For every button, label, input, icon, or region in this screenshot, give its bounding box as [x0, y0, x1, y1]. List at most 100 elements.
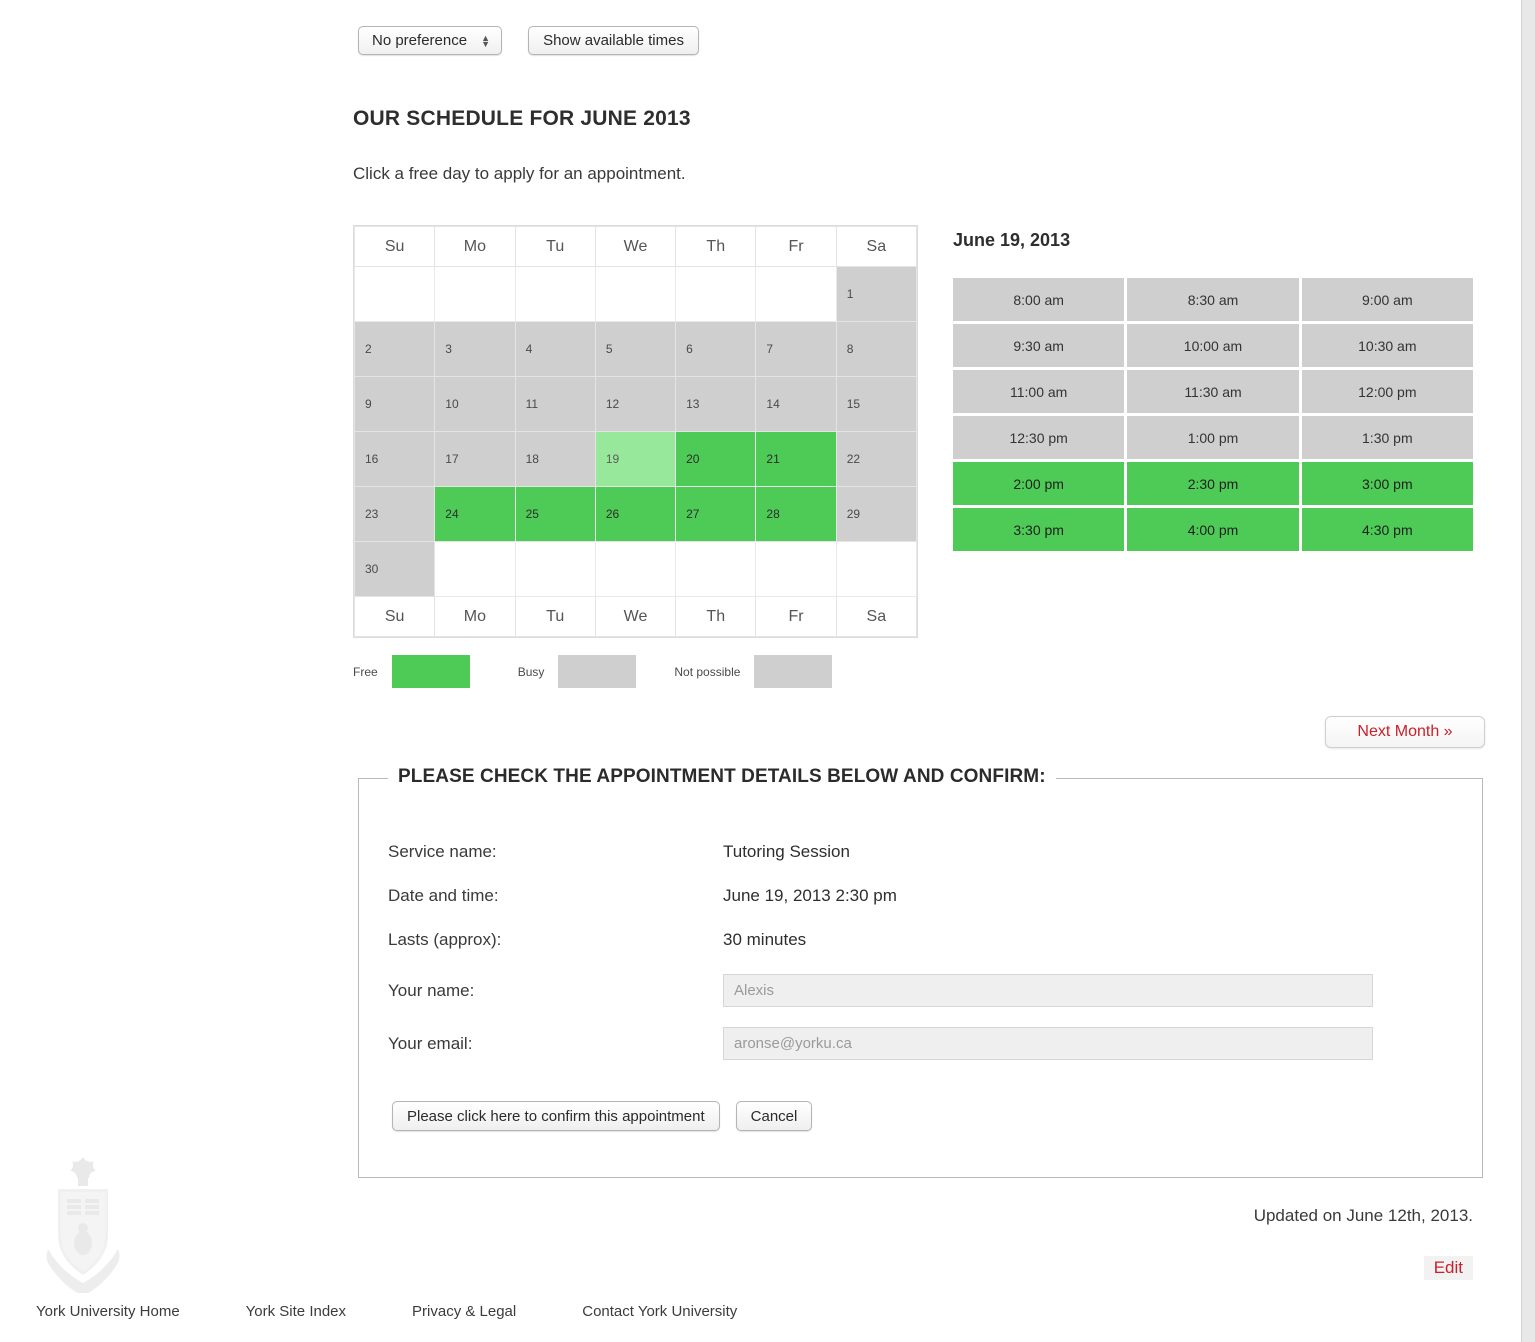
- calendar-day-number: 9: [365, 397, 372, 411]
- preference-select[interactable]: No preference ▲ ▼: [358, 26, 503, 55]
- calendar-day-number: 10: [445, 397, 459, 411]
- calendar-week-row: 9 10 11 12 13 14 15: [353, 376, 918, 432]
- email-input[interactable]: aronse@yorku.ca: [723, 1027, 1373, 1060]
- time-slot: 9:00 am: [1301, 278, 1473, 321]
- calendar-day-cell: 3: [434, 321, 516, 377]
- vertical-scrollbar[interactable]: [1521, 0, 1535, 1342]
- calendar-day-number: 3: [445, 342, 452, 356]
- time-slot[interactable]: 2:00 pm: [953, 462, 1125, 505]
- calendar-day-number: 4: [525, 342, 533, 356]
- footer-link[interactable]: York University Home: [36, 1303, 180, 1320]
- calendar-day-cell[interactable]: 19: [594, 431, 677, 487]
- your-email-label: Your email:: [388, 1033, 473, 1053]
- time-slot: 9:30 am: [953, 324, 1125, 367]
- calendar-day-number: 26: [605, 507, 620, 521]
- calendar-day-cell: 11: [514, 376, 596, 432]
- calendar-day-cell: 5: [594, 321, 677, 377]
- calendar-day-number: 17: [445, 452, 459, 466]
- calendar-cell-empty: [675, 541, 757, 597]
- cancel-button[interactable]: Cancel: [735, 1101, 813, 1131]
- calendar-day-cell[interactable]: 25: [514, 486, 596, 542]
- calendar-day-number: 2: [365, 342, 372, 356]
- weekday-header: Fr: [755, 226, 837, 267]
- calendar-day-cell[interactable]: 26: [594, 486, 677, 542]
- calendar-day-cell[interactable]: 28: [755, 486, 837, 542]
- preference-select-value: No preference: [372, 32, 468, 49]
- footer-link[interactable]: York Site Index: [246, 1303, 346, 1320]
- time-slot[interactable]: 4:00 pm: [1127, 508, 1299, 551]
- calendar-day-cell: 14: [755, 376, 837, 432]
- lasts-label: Lasts (approx):: [388, 930, 502, 949]
- calendar-header-row: Su Mo Tu We Th Fr Sa: [353, 226, 918, 267]
- calendar-day-cell: 8: [835, 321, 918, 377]
- page-root: No preference ▲ ▼ Show available times OU…: [0, 0, 1521, 1342]
- weekday-footer: Th: [675, 596, 757, 637]
- calendar-cell-empty: [594, 541, 677, 597]
- calendar-day-cell: 4: [514, 321, 596, 377]
- calendar-day-number: 5: [605, 342, 613, 356]
- time-slot[interactable]: 2:30 pm: [1127, 462, 1299, 505]
- date-time-value: June 19, 2013 2:30 pm: [723, 886, 897, 905]
- weekday-header: We: [594, 226, 677, 267]
- time-slot: 12:00 pm: [1301, 370, 1473, 413]
- next-month-button[interactable]: Next Month »: [1325, 716, 1485, 748]
- confirm-appointment-button[interactable]: Please click here to confirm this appoin…: [392, 1101, 720, 1131]
- edit-link[interactable]: Edit: [1423, 1256, 1473, 1280]
- calendar-day-number: 13: [686, 397, 700, 411]
- calendar-cell-empty: [755, 541, 837, 597]
- time-slot[interactable]: 3:30 pm: [953, 508, 1125, 551]
- legend-busy-swatch: [558, 655, 637, 688]
- calendar-footer-row: Su Mo Tu We Th Fr Sa: [353, 596, 918, 637]
- time-slot: 1:00 pm: [1127, 416, 1299, 459]
- calendar-day-cell[interactable]: 21: [755, 431, 837, 487]
- calendar-day-number: 28: [766, 507, 780, 521]
- calendar-day-cell[interactable]: 20: [675, 431, 757, 487]
- time-slot-grid: 8:00 am 8:30 am 9:00 am 9:30 am 10:00 am 10:3…: [953, 278, 1473, 551]
- calendar-day-cell: 16: [353, 431, 436, 487]
- calendar-week-row: 1: [353, 266, 918, 322]
- york-university-crest-icon: [46, 1157, 120, 1293]
- calendar-day-number: 14: [766, 397, 780, 411]
- calendar-cell-empty: [514, 541, 596, 597]
- calendar-day-cell: 30: [353, 541, 436, 597]
- footer-link[interactable]: Contact York University: [582, 1303, 737, 1320]
- time-slot[interactable]: 4:30 pm: [1301, 508, 1473, 551]
- calendar-day-cell: 13: [675, 376, 757, 432]
- calendar-cell-empty: [434, 541, 516, 597]
- detail-row-duration: Lasts (approx): 30 minutes: [388, 930, 1388, 950]
- name-input[interactable]: Alexis: [723, 974, 1373, 1007]
- footer-link[interactable]: Privacy & Legal: [412, 1303, 516, 1320]
- chevron-updown-icon: ▲ ▼: [481, 32, 491, 49]
- calendar-week-row: 23 24 25 26 27 28 29: [353, 486, 918, 542]
- calendar-cell-empty: [835, 541, 918, 597]
- calendar-day-cell: 10: [434, 376, 516, 432]
- calendar-cell-empty: [594, 266, 677, 322]
- time-slot: 1:30 pm: [1301, 416, 1473, 459]
- calendar-day-cell: 12: [594, 376, 677, 432]
- legend-free-label: Free: [353, 664, 378, 679]
- appointment-details: Service name: Tutoring Session Date and …: [388, 842, 1388, 1080]
- calendar-day-cell: 22: [835, 431, 918, 487]
- calendar-foot: Su Mo Tu We Th Fr Sa: [353, 596, 918, 637]
- weekday-footer: We: [594, 596, 677, 637]
- calendar-day-number: 12: [605, 397, 620, 411]
- legend-busy: Busy: [518, 655, 637, 688]
- calendar-day-cell: 18: [514, 431, 596, 487]
- footer-links: York University Home York Site Index Priva…: [36, 1303, 803, 1320]
- calendar-day-number: 7: [766, 342, 774, 356]
- calendar-day-cell: 6: [675, 321, 757, 377]
- weekday-footer: Tu: [514, 596, 596, 637]
- calendar-day-number: 16: [365, 452, 379, 466]
- time-slot: 11:30 am: [1127, 370, 1299, 413]
- show-available-times-button[interactable]: Show available times: [528, 26, 699, 55]
- calendar-day-number: 24: [445, 507, 459, 521]
- time-slot[interactable]: 3:00 pm: [1301, 462, 1473, 505]
- calendar-day-cell: 7: [755, 321, 837, 377]
- calendar-day-cell[interactable]: 27: [675, 486, 757, 542]
- weekday-header: Mo: [434, 226, 516, 267]
- date-time-label: Date and time:: [388, 886, 499, 905]
- confirm-fieldset-legend: PLEASE CHECK THE APPOINTMENT DETAILS BEL…: [388, 766, 1056, 788]
- calendar-day-number: 21: [766, 452, 780, 466]
- calendar-day-cell: 15: [835, 376, 918, 432]
- calendar-day-cell[interactable]: 24: [434, 486, 516, 542]
